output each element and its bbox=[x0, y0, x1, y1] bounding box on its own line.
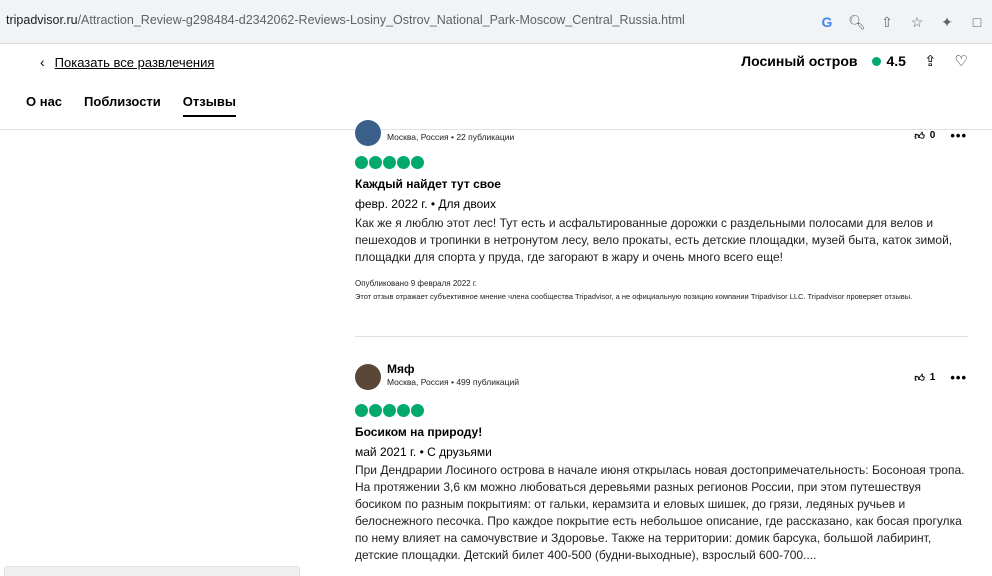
bubble-icon bbox=[397, 404, 410, 417]
tab-bar: О нас Поблизости Отзывы bbox=[26, 94, 236, 117]
share-icon[interactable]: ⇧ bbox=[872, 10, 902, 34]
helpful-count: 0 bbox=[929, 130, 936, 141]
review-text: При Дендрарии Лосиного острова в начале … bbox=[355, 463, 965, 562]
page-header: ‹ Показать все развлечения Лосиный остро… bbox=[0, 44, 992, 130]
review-title[interactable]: Каждый найдет тут свое bbox=[355, 177, 501, 191]
tab-reviews[interactable]: Отзывы bbox=[182, 94, 236, 117]
back-link-label: Показать все развлечения bbox=[54, 54, 215, 70]
star-icon[interactable]: ☆ bbox=[902, 10, 932, 34]
review-disclaimer: Этот отзыв отражает субъективное мнение … bbox=[355, 292, 913, 301]
sidebar-panel bbox=[4, 566, 300, 576]
more-options-icon[interactable]: ••• bbox=[950, 128, 967, 143]
divider bbox=[355, 336, 968, 337]
thumbs-up-icon[interactable]: 👍︎ bbox=[914, 372, 924, 384]
share-icon[interactable]: ⇪ bbox=[924, 52, 937, 70]
thumbs-up-icon[interactable]: 👍︎ bbox=[914, 130, 924, 142]
helpful-vote[interactable]: 👍︎ 1 ••• bbox=[914, 370, 967, 385]
review-author-meta: Москва, Россия • 22 публикации bbox=[387, 132, 515, 142]
chevron-left-icon: ‹ bbox=[40, 54, 45, 70]
rating-bubbles bbox=[355, 404, 424, 417]
back-link[interactable]: ‹ Показать все развлечения bbox=[40, 54, 214, 70]
review-author-meta: Москва, Россия • 499 публикаций bbox=[387, 377, 519, 387]
url-host: tripadvisor.ru bbox=[6, 13, 78, 27]
rating-dot-icon bbox=[871, 56, 881, 66]
heart-icon[interactable]: ♡ bbox=[955, 52, 968, 70]
url-path: /Attraction_Review-g298484-d2342062-Revi… bbox=[77, 13, 685, 27]
review-card: Мяф Москва, Россия • 499 публикаций 👍︎ 1… bbox=[355, 362, 975, 576]
extension-icon[interactable]: ✦ bbox=[932, 10, 962, 34]
place-summary: Лосиный остров 4.5 ⇪ ♡ bbox=[741, 52, 968, 70]
tab-about[interactable]: О нас bbox=[26, 94, 62, 117]
review-published: Опубликовано 9 февраля 2022 г. bbox=[355, 279, 477, 288]
bubble-icon bbox=[369, 404, 382, 417]
review-author[interactable]: Мяф bbox=[387, 362, 415, 376]
zoom-icon[interactable]: 🔍︎ bbox=[842, 10, 872, 34]
place-name: Лосиный остров bbox=[741, 53, 858, 69]
review-card: Москва, Россия • 22 публикации 👍︎ 0 ••• … bbox=[355, 120, 975, 335]
avatar[interactable] bbox=[355, 364, 381, 390]
review-date: февр. 2022 г. • Для двоих bbox=[355, 197, 496, 211]
avatar[interactable] bbox=[355, 120, 381, 146]
bubble-icon bbox=[411, 404, 424, 417]
bubble-icon bbox=[397, 156, 410, 169]
review-title[interactable]: Босиком на природу! bbox=[355, 425, 482, 439]
bubble-icon bbox=[369, 156, 382, 169]
window-icon[interactable]: □ bbox=[962, 10, 992, 34]
url-field[interactable]: tripadvisor.ru/Attraction_Review-g298484… bbox=[6, 13, 685, 27]
rating-bubbles bbox=[355, 156, 424, 169]
browser-address-bar: tripadvisor.ru/Attraction_Review-g298484… bbox=[0, 0, 992, 44]
helpful-count: 1 bbox=[929, 372, 936, 383]
google-icon[interactable]: G bbox=[812, 10, 842, 34]
bubble-icon bbox=[355, 156, 368, 169]
more-options-icon[interactable]: ••• bbox=[950, 370, 967, 385]
review-text: Как же я люблю этот лес! Тут есть и асфа… bbox=[355, 216, 953, 264]
place-rating: 4.5 bbox=[886, 53, 906, 69]
review-date: май 2021 г. • С друзьями bbox=[355, 445, 492, 459]
bubble-icon bbox=[383, 404, 396, 417]
bubble-icon bbox=[383, 156, 396, 169]
tab-nearby[interactable]: Поблизости bbox=[84, 94, 161, 117]
helpful-vote[interactable]: 👍︎ 0 ••• bbox=[914, 128, 967, 143]
bubble-icon bbox=[411, 156, 424, 169]
bubble-icon bbox=[355, 404, 368, 417]
